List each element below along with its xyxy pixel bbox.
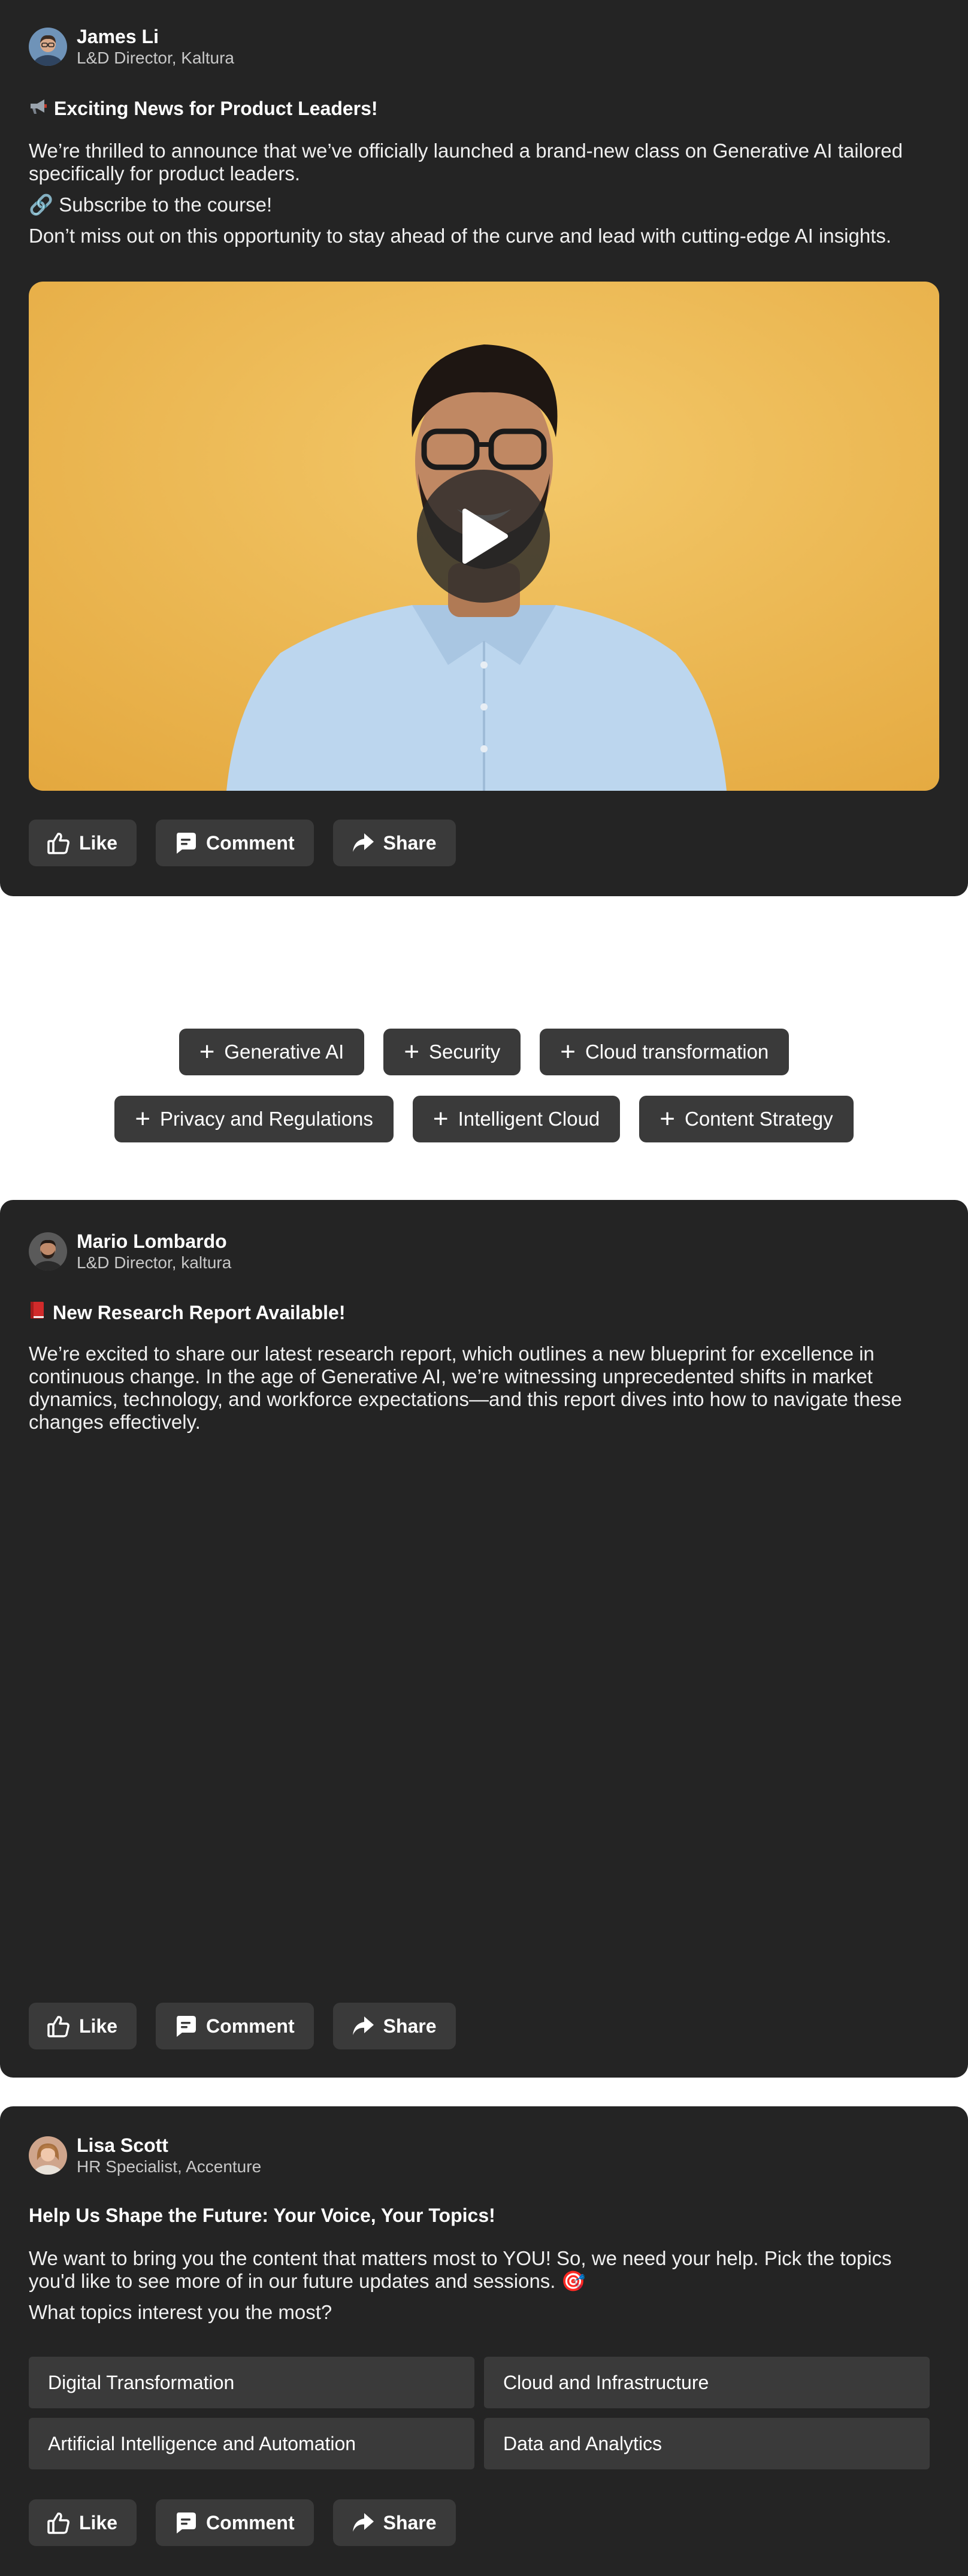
poll-option[interactable]: Artificial Intelligence and Automation <box>29 2418 474 2469</box>
book-icon <box>29 1301 47 1325</box>
avatar[interactable] <box>29 1232 67 1271</box>
share-label: Share <box>383 832 437 854</box>
like-button[interactable]: Like <box>29 820 137 866</box>
subscribe-link[interactable]: 🔗 Subscribe to the course! <box>29 193 939 216</box>
post-headline: Help Us Shape the Future: Your Voice, Yo… <box>29 2205 495 2227</box>
like-label: Like <box>79 832 118 854</box>
post-headline: Exciting News for Product Leaders! <box>29 97 378 120</box>
post-paragraph: We’re thrilled to announce that we’ve of… <box>29 140 903 185</box>
post-actions: Like Comment Share <box>29 820 456 866</box>
comment-icon <box>177 2016 196 2037</box>
plus-icon: + <box>135 1104 151 1133</box>
comment-button[interactable]: Comment <box>156 2003 314 2049</box>
share-icon <box>352 2016 374 2035</box>
headline-text: Exciting News for Product Leaders! <box>54 97 378 119</box>
plus-icon: + <box>199 1037 215 1066</box>
share-label: Share <box>383 2015 437 2037</box>
share-label: Share <box>383 2511 437 2533</box>
author-name[interactable]: James Li <box>77 25 234 48</box>
post-author[interactable]: Lisa Scott HR Specialist, Accenture <box>29 2134 261 2177</box>
poll-options: Digital Transformation Cloud and Infrast… <box>29 2357 930 2469</box>
video-player[interactable] <box>29 282 939 791</box>
headline-text: New Research Report Available! <box>53 1301 346 1323</box>
post-paragraph: We want to bring you the content that ma… <box>29 2247 892 2292</box>
plus-icon: + <box>404 1037 420 1066</box>
headline-text: Help Us Shape the Future: Your Voice, Yo… <box>29 2205 495 2226</box>
author-role: L&D Director, Kaltura <box>77 49 234 67</box>
post-card: Mario Lombardo L&D Director, kaltura New… <box>0 1200 968 2078</box>
post-author[interactable]: Mario Lombardo L&D Director, kaltura <box>29 1230 231 1273</box>
post-card: Lisa Scott HR Specialist, Accenture Help… <box>0 2106 968 2576</box>
post-paragraph: Don’t miss out on this opportunity to st… <box>29 225 892 247</box>
like-button[interactable]: Like <box>29 2003 137 2049</box>
avatar[interactable] <box>29 2136 67 2175</box>
like-button[interactable]: Like <box>29 2499 137 2546</box>
poll-question: What topics interest you the most? <box>29 2301 332 2323</box>
comment-label: Comment <box>206 2015 295 2037</box>
share-icon <box>352 833 374 852</box>
topic-chips-row: + Generative AI + Security + Cloud transfor… <box>0 1029 968 1075</box>
plus-icon: + <box>432 1104 449 1133</box>
thumbs-up-icon <box>47 2016 69 2037</box>
post-actions: Like Comment Share <box>29 2499 456 2546</box>
post-paragraph: We’re excited to share our latest resear… <box>29 1343 902 1433</box>
like-label: Like <box>79 2015 118 2037</box>
play-button[interactable] <box>417 470 550 603</box>
post-body: We’re excited to share our latest resear… <box>29 1343 939 1443</box>
post-headline: New Research Report Available! <box>29 1301 345 1325</box>
post-body: We’re thrilled to announce that we’ve of… <box>29 140 939 257</box>
comment-icon <box>177 2512 196 2533</box>
like-label: Like <box>79 2511 118 2533</box>
poll-option[interactable]: Digital Transformation <box>29 2357 474 2408</box>
author-role: L&D Director, kaltura <box>77 1253 232 1272</box>
play-icon <box>462 509 508 564</box>
share-button[interactable]: Share <box>332 2003 456 2049</box>
plus-icon: + <box>660 1104 675 1133</box>
comment-label: Comment <box>206 832 295 854</box>
comment-button[interactable]: Comment <box>156 2499 314 2546</box>
author-role: HR Specialist, Accenture <box>77 2157 262 2176</box>
share-button[interactable]: Share <box>332 2499 456 2546</box>
post-card: James Li L&D Director, Kaltura Exciting … <box>0 0 968 896</box>
topic-chip[interactable]: + Privacy and Regulations <box>114 1096 394 1142</box>
megaphone-icon <box>29 97 48 120</box>
topic-chip[interactable]: + Intelligent Cloud <box>412 1096 621 1142</box>
poll-option[interactable]: Data and Analytics <box>484 2418 930 2469</box>
thumbs-up-icon <box>47 2512 69 2534</box>
poll-option[interactable]: Cloud and Infrastructure <box>484 2357 930 2408</box>
topic-chip[interactable]: + Cloud transformation <box>540 1029 789 1075</box>
comment-icon <box>177 833 196 854</box>
author-name[interactable]: Mario Lombardo <box>77 1230 231 1253</box>
share-icon <box>352 2513 374 2532</box>
topic-chip[interactable]: + Content Strategy <box>639 1096 854 1142</box>
plus-icon: + <box>560 1037 576 1066</box>
topic-chips-row: + Privacy and Regulations + Intelligent Cl… <box>0 1096 968 1142</box>
comment-button[interactable]: Comment <box>156 820 314 866</box>
author-name[interactable]: Lisa Scott <box>77 2134 261 2157</box>
share-button[interactable]: Share <box>332 820 456 866</box>
topic-chip[interactable]: + Security <box>383 1029 521 1075</box>
post-author[interactable]: James Li L&D Director, Kaltura <box>29 25 234 68</box>
post-body: We want to bring you the content that ma… <box>29 2247 939 2333</box>
thumbs-up-icon <box>47 833 69 854</box>
topic-chip[interactable]: + Generative AI <box>179 1029 365 1075</box>
avatar[interactable] <box>29 28 67 66</box>
comment-label: Comment <box>206 2511 295 2533</box>
post-actions: Like Comment Share <box>29 2003 456 2049</box>
